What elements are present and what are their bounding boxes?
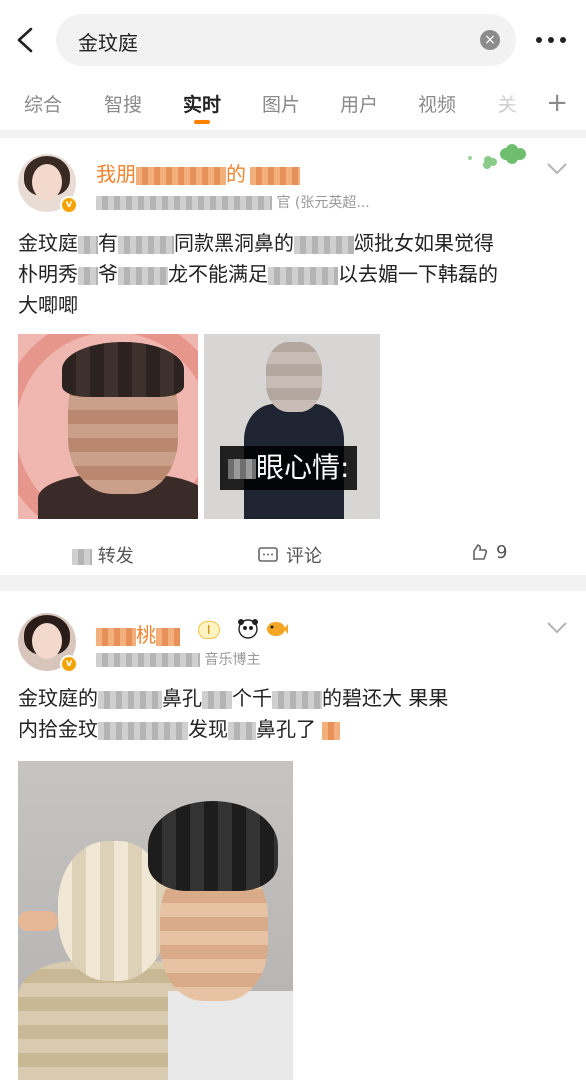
comment-label: 评论: [286, 546, 322, 567]
post-image-single[interactable]: [18, 761, 293, 1080]
section-divider: [0, 130, 586, 138]
repost-label: 转发: [97, 546, 134, 567]
like-icon: [473, 544, 488, 560]
clover-decoration-icon: [468, 144, 526, 169]
post-meta-source: 音乐博主: [204, 652, 261, 668]
tab-videos[interactable]: 视频: [418, 90, 456, 117]
tab-images[interactable]: 图片: [262, 90, 300, 117]
section-divider: [0, 575, 586, 591]
back-arrow-icon[interactable]: [10, 24, 42, 56]
comment-button[interactable]: 评论: [258, 542, 322, 568]
pixelated-text: [156, 627, 180, 646]
like-count: 9: [496, 542, 508, 563]
tab-comprehensive[interactable]: 综合: [24, 90, 62, 117]
nickname-end: 的: [226, 162, 246, 186]
user-nickname[interactable]: 桃: [96, 619, 180, 648]
image-caption-text: 眼心情:: [256, 451, 350, 484]
image-caption-overlay: 眼心情:: [220, 446, 358, 490]
post-meta: 音乐博主: [96, 649, 260, 669]
search-tabs: 综合 智搜 实时 图片 用户 视频 关 +: [0, 80, 586, 130]
repost-icon: [72, 549, 92, 565]
chevron-down-icon[interactable]: [546, 621, 568, 635]
tab-fade: [466, 80, 586, 130]
tab-smart-search[interactable]: 智搜: [104, 90, 142, 117]
tab-realtime[interactable]: 实时: [183, 90, 221, 117]
post-image-2[interactable]: 眼心情:: [204, 334, 380, 519]
pixelated-text: [250, 166, 300, 185]
post-meta: 官 (张元英超...: [96, 192, 370, 212]
add-tab-icon[interactable]: +: [546, 88, 568, 118]
search-input[interactable]: 金玟庭 ×: [56, 14, 516, 66]
post-body-text: 金玟庭的 鼻孔 个千 的碧还大 果果 内拾金玟 发现 鼻孔了: [18, 686, 449, 741]
pixelated-text: [96, 627, 136, 646]
pixelated-text: [136, 166, 226, 185]
user-nickname[interactable]: 我朋 的: [96, 158, 300, 187]
pixelated-text: [96, 196, 272, 210]
search-header: 金玟庭 ×: [0, 0, 586, 80]
like-button[interactable]: 9: [470, 542, 507, 563]
panda-fish-emoji-icon: [238, 619, 288, 639]
post-meta-source: 官 (张元英超...: [276, 195, 370, 211]
search-query[interactable]: 金玟庭: [78, 27, 138, 56]
comment-icon: [258, 547, 278, 562]
pixelated-text: [96, 653, 200, 667]
level-badge: I: [198, 621, 220, 639]
chevron-down-icon[interactable]: [546, 162, 568, 176]
more-options-icon[interactable]: [534, 26, 568, 54]
active-tab-indicator: [194, 120, 210, 124]
nickname-start: 我朋: [96, 162, 136, 186]
post-actions: 转发 评论 9: [0, 534, 586, 574]
post-card: v 我朋 的 官 (张元英超... 金玟庭有同款黑洞鼻的 颂批女如果觉得 朴明秀爷龙…: [0, 138, 586, 575]
verified-badge-icon: v: [60, 196, 78, 214]
post-card: v 桃 I 音乐博主 金玟庭的 鼻孔 个千 的碧还大 果果 内拾金玟 发现 鼻孔了: [0, 591, 586, 1080]
nickname-text: 桃: [136, 623, 156, 647]
post-body-text: 金玟庭有同款黑洞鼻的 颂批女如果觉得 朴明秀爷龙不能满足 以去媚一下韩磊的 大唧唧: [18, 231, 498, 317]
tab-users[interactable]: 用户: [340, 90, 378, 117]
post-image-1[interactable]: [18, 334, 198, 519]
clear-search-icon[interactable]: ×: [480, 30, 500, 50]
repost-button[interactable]: 转发: [72, 542, 134, 568]
verified-badge-icon: v: [60, 655, 78, 673]
